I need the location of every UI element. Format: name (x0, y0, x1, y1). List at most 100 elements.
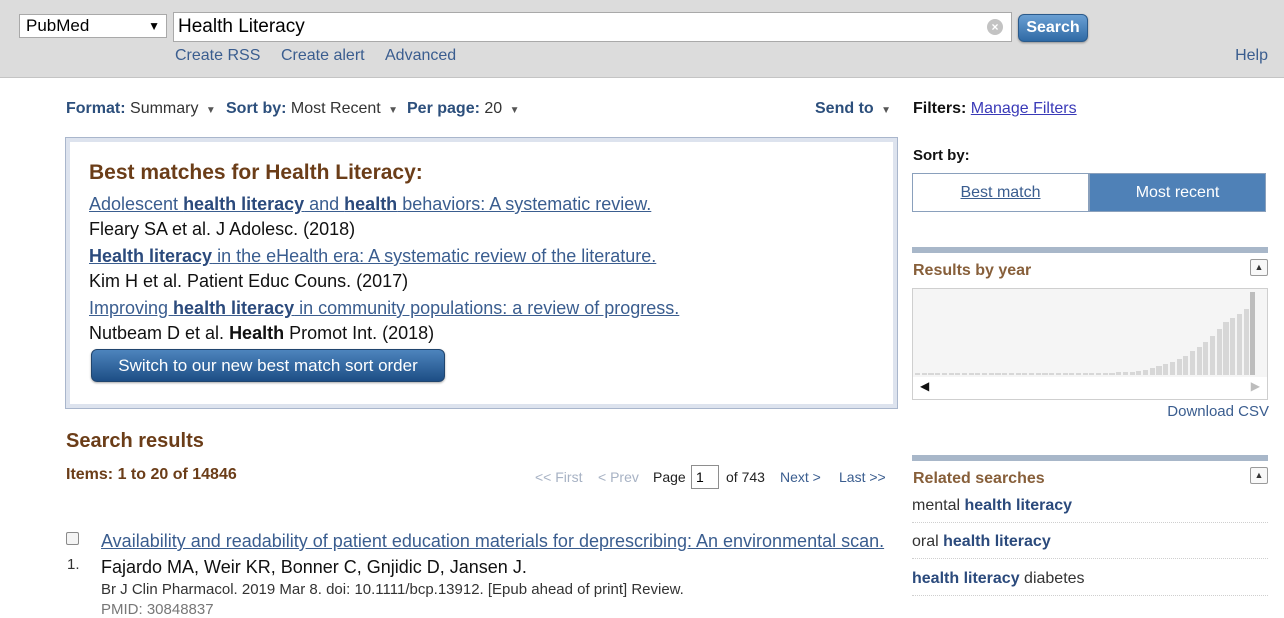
year-bar[interactable] (1183, 355, 1189, 375)
switch-sort-order-button[interactable]: Switch to our new best match sort order (91, 349, 445, 382)
help-link[interactable]: Help (1235, 47, 1268, 65)
year-bar[interactable] (915, 372, 921, 375)
year-bar[interactable] (1055, 372, 1061, 375)
year-bar[interactable] (982, 372, 988, 375)
search-input[interactable]: Health Literacy × (173, 12, 1012, 42)
related-search-link[interactable]: mental health literacy (912, 497, 1268, 523)
year-bar[interactable] (1049, 372, 1055, 375)
year-bar[interactable] (1136, 370, 1142, 375)
year-bar[interactable] (1035, 372, 1041, 375)
format-control[interactable]: Format: Summary ▼ (66, 100, 216, 118)
pager-last-link[interactable]: Last >> (839, 469, 886, 485)
year-bar[interactable] (1176, 358, 1182, 375)
year-bar[interactable] (1230, 317, 1236, 375)
best-match-citation-1: Fleary SA et al. J Adolesc. (2018) (89, 219, 356, 239)
best-matches-title: Best matches for Health Literacy: (89, 161, 423, 184)
pager-prev-link[interactable]: < Prev (598, 469, 639, 485)
year-bar[interactable] (1203, 342, 1209, 375)
sort-value: Most Recent (290, 100, 381, 117)
result-authors: Fajardo MA, Weir KR, Bonner C, Gnjidic D… (101, 557, 527, 577)
pager-first-link[interactable]: << First (535, 469, 582, 485)
related-search-link[interactable]: health literacy diabetes (912, 570, 1268, 596)
search-results-heading: Search results (66, 430, 204, 452)
pager-next-link[interactable]: Next > (780, 469, 821, 485)
year-bar[interactable] (1196, 347, 1202, 375)
year-bar[interactable] (1008, 372, 1014, 375)
year-bar[interactable] (1143, 369, 1149, 375)
year-bar[interactable] (1122, 371, 1128, 375)
scroll-left-icon[interactable]: ◀ (920, 379, 929, 393)
collapse-icon[interactable]: ▲ (1250, 467, 1268, 484)
advanced-link[interactable]: Advanced (385, 47, 456, 65)
best-match-link-2[interactable]: Health literacy in the eHealth era: A sy… (89, 246, 656, 267)
year-bar[interactable] (1250, 292, 1256, 375)
send-to-menu[interactable]: Send to ▼ (815, 100, 891, 118)
year-bar[interactable] (1062, 372, 1068, 375)
year-bar[interactable] (1236, 313, 1242, 375)
year-bar[interactable] (1243, 309, 1249, 375)
year-bar[interactable] (1109, 372, 1115, 375)
year-bar[interactable] (955, 372, 961, 375)
year-bar[interactable] (1015, 372, 1021, 375)
chevron-down-icon: ▼ (148, 19, 160, 33)
download-csv-link[interactable]: Download CSV (1167, 403, 1269, 420)
year-bar[interactable] (1102, 372, 1108, 375)
year-bar[interactable] (995, 372, 1001, 375)
year-bar[interactable] (941, 372, 947, 375)
result-pmid: PMID: 30848837 (101, 601, 214, 618)
year-bar[interactable] (935, 372, 941, 375)
year-bar[interactable] (1129, 371, 1135, 375)
year-bar[interactable] (988, 372, 994, 375)
clear-icon[interactable]: × (987, 19, 1003, 35)
year-bar[interactable] (1082, 372, 1088, 375)
year-bar[interactable] (1002, 372, 1008, 375)
year-bar[interactable] (1156, 365, 1162, 375)
year-bar[interactable] (921, 372, 927, 375)
manage-filters-link[interactable]: Manage Filters (971, 100, 1077, 117)
result-number: 1. (67, 556, 80, 573)
year-bar[interactable] (1075, 372, 1082, 375)
result-source: Br J Clin Pharmacol. 2019 Mar 8. doi: 10… (101, 581, 684, 598)
year-bar[interactable] (968, 372, 974, 375)
result-title-link[interactable]: Availability and readability of patient … (101, 531, 884, 552)
create-rss-link[interactable]: Create RSS (175, 47, 260, 65)
year-bar[interactable] (1042, 372, 1048, 375)
scroll-right-icon[interactable]: ▶ (1251, 379, 1260, 393)
year-bar[interactable] (1223, 321, 1229, 375)
best-match-citation-2: Kim H et al. Patient Educ Couns. (2017) (89, 271, 409, 291)
result-checkbox[interactable] (66, 532, 79, 545)
year-bar[interactable] (1089, 372, 1095, 375)
results-by-year-chart[interactable]: ◀ ▶ (912, 288, 1268, 400)
related-search-link[interactable]: oral health literacy (912, 533, 1268, 559)
year-bar[interactable] (1189, 351, 1196, 375)
filters-row: Filters: Manage Filters (913, 100, 1077, 118)
year-bar[interactable] (1163, 363, 1169, 375)
best-match-link-1[interactable]: Adolescent health literacy and health be… (89, 194, 651, 215)
year-bar[interactable] (975, 372, 981, 375)
page-number-input[interactable]: 1 (691, 465, 719, 489)
best-match-link-3[interactable]: Improving health literacy in community p… (89, 298, 679, 319)
per-page-control[interactable]: Per page: 20 ▼ (407, 100, 520, 118)
year-bar[interactable] (961, 372, 968, 375)
year-bar[interactable] (1169, 361, 1175, 375)
year-bar[interactable] (1022, 372, 1028, 375)
year-bar[interactable] (1029, 372, 1035, 375)
sort-most-recent-button[interactable]: Most recent (1089, 173, 1266, 212)
year-bar[interactable] (1069, 372, 1075, 375)
year-bar[interactable] (1216, 328, 1222, 375)
year-bar[interactable] (1210, 336, 1216, 375)
chevron-down-icon: ▼ (205, 105, 216, 116)
sort-best-match-button[interactable]: Best match (912, 173, 1089, 212)
year-bar[interactable] (1149, 367, 1155, 375)
year-bar[interactable] (1116, 371, 1122, 375)
per-page-label: Per page (407, 100, 475, 117)
create-alert-link[interactable]: Create alert (281, 47, 365, 65)
search-button[interactable]: Search (1018, 14, 1088, 42)
year-bar[interactable] (1096, 372, 1102, 375)
collapse-icon[interactable]: ▲ (1250, 259, 1268, 276)
year-bar[interactable] (948, 372, 954, 375)
database-select[interactable]: PubMed ▼ (19, 14, 167, 38)
best-match-citation-3: Nutbeam D et al. Health Promot Int. (201… (89, 323, 435, 343)
year-bar[interactable] (928, 372, 934, 375)
sort-control[interactable]: Sort by: Most Recent ▼ (226, 100, 398, 118)
